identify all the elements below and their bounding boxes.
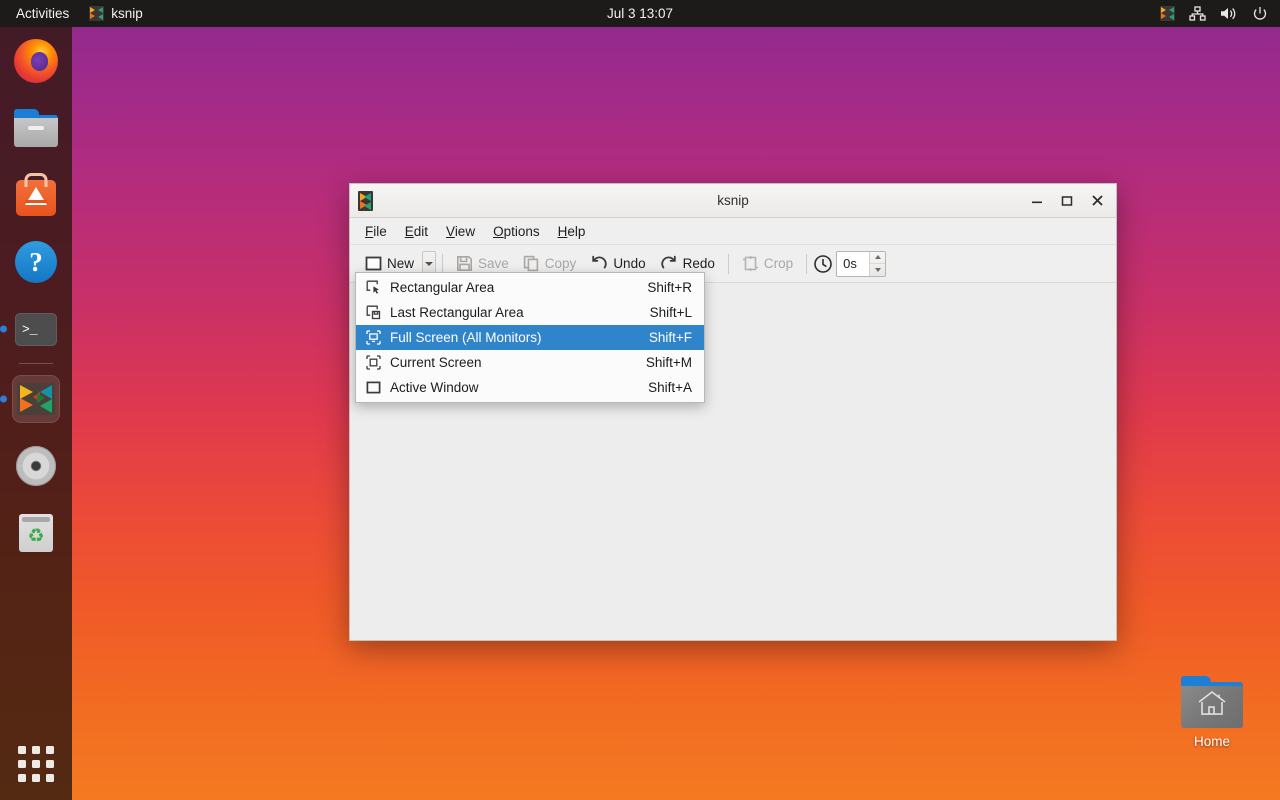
menu-item-full-screen[interactable]: Full Screen (All Monitors) Shift+F — [356, 325, 704, 350]
power-icon[interactable] — [1252, 6, 1268, 22]
system-tray — [1160, 0, 1268, 27]
menu-item-label: Full Screen (All Monitors) — [390, 330, 542, 345]
dock-item-disc[interactable] — [12, 442, 60, 490]
dock: ? >_ ♻ — [0, 27, 72, 800]
menu-help[interactable]: Help — [549, 221, 595, 242]
menu-item-shortcut: Shift+F — [648, 330, 692, 345]
crop-button[interactable]: Crop — [735, 250, 800, 278]
new-icon — [365, 256, 382, 271]
files-icon — [14, 109, 58, 147]
redo-button-label: Redo — [682, 256, 715, 271]
dock-item-ksnip[interactable] — [12, 375, 60, 423]
top-bar: Activities ksnip Jul 3 13:07 — [0, 0, 1280, 27]
dock-separator — [19, 363, 53, 364]
dock-item-terminal[interactable]: >_ — [12, 305, 60, 353]
new-capture-menu: Rectangular Area Shift+R Last Rectangula… — [355, 272, 705, 403]
clock[interactable]: Jul 3 13:07 — [607, 6, 673, 21]
dock-item-files[interactable] — [12, 104, 60, 152]
copy-icon — [523, 255, 538, 272]
topbar-app-entry[interactable]: ksnip — [79, 0, 153, 27]
help-icon: ? — [15, 241, 57, 283]
chevron-down-icon — [425, 261, 434, 266]
redo-icon — [660, 255, 676, 268]
menu-item-rectangular-area[interactable]: Rectangular Area Shift+R — [356, 275, 704, 300]
network-icon[interactable] — [1189, 6, 1206, 21]
window-titlebar[interactable]: ksnip — [350, 184, 1116, 218]
ksnip-tray-icon[interactable] — [1160, 6, 1175, 21]
menu-item-active-window[interactable]: Active Window Shift+A — [356, 375, 704, 400]
menu-item-last-rectangular-area[interactable]: Last Rectangular Area Shift+L — [356, 300, 704, 325]
undo-button-label: Undo — [613, 256, 646, 271]
current-screen-icon — [365, 354, 382, 371]
last-rectangular-area-icon — [365, 304, 382, 321]
window-title: ksnip — [717, 193, 749, 208]
ksnip-icon — [358, 190, 373, 211]
crop-button-label: Crop — [763, 256, 794, 271]
activities-button[interactable]: Activities — [0, 0, 79, 27]
minimize-button[interactable] — [1024, 188, 1050, 214]
delay-control: 0s — [813, 250, 887, 277]
undo-icon — [592, 255, 607, 268]
active-window-icon — [365, 379, 382, 396]
crop-icon — [742, 256, 758, 271]
dock-item-firefox[interactable] — [12, 37, 60, 85]
delay-increment-button[interactable] — [870, 252, 886, 264]
topbar-app-label: ksnip — [111, 6, 143, 21]
menu-item-current-screen[interactable]: Current Screen Shift+M — [356, 350, 704, 375]
volume-icon[interactable] — [1220, 6, 1238, 21]
menu-view[interactable]: View — [437, 221, 484, 242]
new-button-label: New — [387, 256, 415, 271]
terminal-icon: >_ — [15, 312, 57, 346]
menu-item-label: Active Window — [390, 380, 479, 395]
toolbar-separator — [442, 253, 444, 274]
save-button-label: Save — [478, 256, 509, 271]
clock-icon — [814, 254, 832, 273]
window-controls — [1024, 188, 1110, 214]
menu-item-shortcut: Shift+A — [648, 380, 692, 395]
menu-file[interactable]: File — [356, 221, 396, 242]
maximize-button[interactable] — [1054, 188, 1080, 214]
close-button[interactable] — [1084, 188, 1110, 214]
delay-spinbox[interactable]: 0s — [836, 250, 887, 277]
menu-bar: File Edit View Options Help — [350, 218, 1116, 245]
home-folder-icon — [1181, 676, 1243, 728]
disc-icon — [16, 446, 56, 486]
ksnip-window: ksnip File Edit View Options Help New Sa… — [349, 183, 1117, 641]
delay-decrement-button[interactable] — [870, 264, 885, 276]
delay-stepper — [869, 251, 886, 276]
menu-edit[interactable]: Edit — [396, 221, 437, 242]
delay-value[interactable]: 0s — [837, 252, 869, 276]
menu-options[interactable]: Options — [484, 221, 549, 242]
copy-button-label: Copy — [544, 256, 577, 271]
firefox-icon — [14, 39, 58, 83]
save-icon — [457, 255, 473, 271]
rectangular-area-icon — [365, 279, 382, 296]
toolbar-separator-2 — [727, 253, 729, 274]
desktop-icon-home[interactable]: Home — [1172, 676, 1252, 764]
dock-item-help[interactable]: ? — [12, 238, 60, 286]
menu-item-shortcut: Shift+L — [649, 305, 692, 320]
software-icon — [16, 179, 56, 216]
menu-item-label: Rectangular Area — [390, 280, 495, 295]
menu-item-shortcut: Shift+M — [645, 355, 692, 370]
dock-item-trash[interactable]: ♻ — [12, 509, 60, 557]
ksnip-icon — [17, 383, 55, 415]
dock-item-software[interactable] — [12, 171, 60, 219]
ksnip-icon — [89, 6, 105, 21]
toolbar-separator-3 — [806, 253, 808, 274]
desktop-icon-label: Home — [1193, 734, 1230, 749]
full-screen-icon — [365, 329, 382, 346]
menu-item-shortcut: Shift+R — [647, 280, 692, 295]
menu-item-label: Current Screen — [390, 355, 482, 370]
menu-item-label: Last Rectangular Area — [390, 305, 524, 320]
trash-icon: ♻ — [19, 514, 53, 552]
show-applications-button[interactable] — [18, 746, 54, 782]
